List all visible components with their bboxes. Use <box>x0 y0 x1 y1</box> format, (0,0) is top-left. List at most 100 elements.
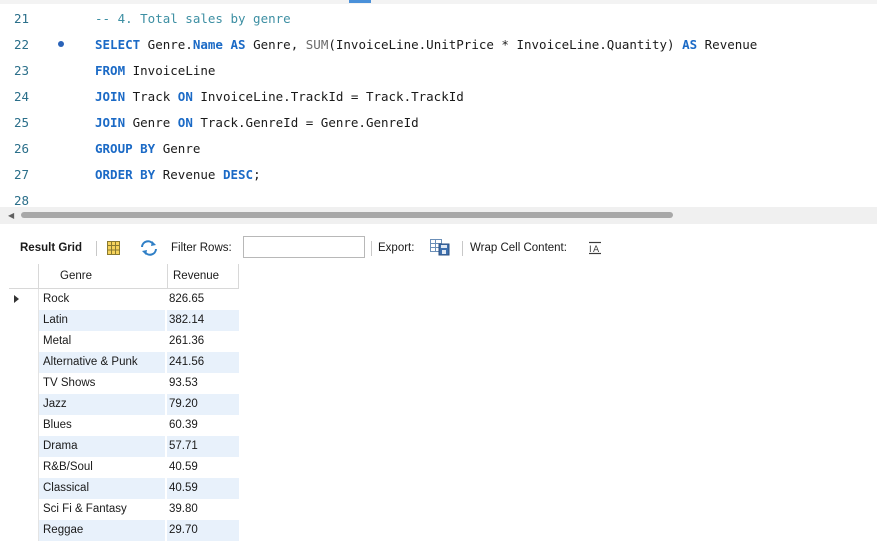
code-line[interactable]: 28 <box>0 188 877 207</box>
row-header[interactable] <box>9 499 35 520</box>
code-text[interactable]: GROUP BY Genre <box>95 136 200 162</box>
table-row[interactable]: Alternative & Punk 241.56 <box>9 352 239 373</box>
cell-genre[interactable]: Reggae <box>38 520 165 541</box>
scrollbar-thumb[interactable] <box>21 212 673 218</box>
cell-revenue[interactable]: 241.56 <box>167 352 239 373</box>
cell-revenue[interactable]: 39.80 <box>167 499 239 520</box>
code-text[interactable]: -- 4. Total sales by genre <box>95 6 291 32</box>
cell-genre[interactable]: Metal <box>38 331 165 352</box>
line-number: 24 <box>14 89 30 104</box>
editor-horizontal-scrollbar[interactable]: ◀ <box>0 207 877 224</box>
sql-function: SUM <box>305 37 329 52</box>
sql-keyword: Name <box>192 37 223 52</box>
code-text[interactable]: SELECT Genre.Name AS Genre, SUM(InvoiceL… <box>95 32 757 58</box>
wrap-text-icon[interactable]: I A <box>588 241 602 255</box>
cell-genre[interactable]: Sci Fi & Fantasy <box>38 499 165 520</box>
code-line[interactable]: 26 GROUP BY Genre <box>0 136 877 162</box>
export-icon[interactable] <box>430 239 450 256</box>
svg-text:A: A <box>593 245 600 255</box>
code-text[interactable]: JOIN Genre ON Track.GenreId = Genre.Genr… <box>95 110 419 136</box>
cell-revenue[interactable]: 57.71 <box>167 436 239 457</box>
table-row[interactable]: Metal 261.36 <box>9 331 239 352</box>
code-text[interactable]: FROM InvoiceLine <box>95 58 215 84</box>
cell-genre[interactable]: Jazz <box>38 394 165 415</box>
table-row[interactable]: TV Shows 93.53 <box>9 373 239 394</box>
refresh-filter-icon[interactable] <box>140 240 158 256</box>
cell-genre[interactable]: TV Shows <box>38 373 165 394</box>
table-row[interactable]: R&B/Soul 40.59 <box>9 457 239 478</box>
row-header-corner[interactable] <box>9 264 35 288</box>
row-header[interactable] <box>9 436 35 457</box>
cell-revenue[interactable]: 826.65 <box>167 289 239 310</box>
code-line[interactable]: 23 FROM InvoiceLine <box>0 58 877 84</box>
cell-revenue[interactable]: 79.20 <box>167 394 239 415</box>
sql-keyword: GROUP BY <box>95 141 156 156</box>
table-row[interactable]: Reggae 29.70 <box>9 520 239 541</box>
code-line[interactable]: 24 JOIN Track ON InvoiceLine.TrackId = Tr… <box>0 84 877 110</box>
cell-revenue[interactable]: 261.36 <box>167 331 239 352</box>
cell-revenue[interactable]: 40.59 <box>167 478 239 499</box>
row-header[interactable] <box>9 373 35 394</box>
line-number: 21 <box>14 11 30 26</box>
row-header[interactable] <box>9 310 35 331</box>
cell-genre[interactable]: R&B/Soul <box>38 457 165 478</box>
code-line[interactable]: 27 ORDER BY Revenue DESC; <box>0 162 877 188</box>
current-row-pointer-icon <box>14 295 19 303</box>
row-header[interactable] <box>9 352 35 373</box>
row-header[interactable] <box>9 289 35 310</box>
code-text[interactable]: JOIN Track ON InvoiceLine.TrackId = Trac… <box>95 84 464 110</box>
sql-keyword: FROM <box>95 63 126 78</box>
table-row[interactable]: Latin 382.14 <box>9 310 239 331</box>
cell-revenue[interactable]: 382.14 <box>167 310 239 331</box>
sql-token: InvoiceLine <box>125 63 216 78</box>
export-label: Export: <box>378 242 415 254</box>
code-line[interactable]: 22 SELECT Genre.Name AS Genre, SUM(Invoic… <box>0 32 877 58</box>
line-number: 26 <box>14 141 30 156</box>
line-number: 23 <box>14 63 30 78</box>
code-line[interactable]: 25 JOIN Genre ON Track.GenreId = Genre.Ge… <box>0 110 877 136</box>
sql-editor[interactable]: 21 -- 4. Total sales by genre 22 SELECT Gen… <box>0 0 877 207</box>
cell-genre[interactable]: Drama <box>38 436 165 457</box>
row-header[interactable] <box>9 415 35 436</box>
sql-token: Genre <box>155 141 201 156</box>
cell-revenue[interactable]: 93.53 <box>167 373 239 394</box>
row-header[interactable] <box>9 520 35 541</box>
sql-keyword: SELECT <box>95 37 141 52</box>
cell-revenue[interactable]: 40.59 <box>167 457 239 478</box>
sql-token: ; <box>253 167 261 182</box>
cell-genre[interactable]: Latin <box>38 310 165 331</box>
grid-layout-icon[interactable] <box>107 241 120 255</box>
result-grid-tab[interactable]: Result Grid <box>20 232 82 264</box>
sql-keyword: ORDER BY <box>95 167 156 182</box>
sql-keyword: ON <box>177 115 193 130</box>
code-text[interactable]: ORDER BY Revenue DESC; <box>95 162 261 188</box>
table-row[interactable]: Blues 60.39 <box>9 415 239 436</box>
sql-token: Revenue <box>697 37 758 52</box>
cell-revenue[interactable]: 29.70 <box>167 520 239 541</box>
column-header-genre[interactable]: Genre <box>38 264 167 288</box>
sql-token: (InvoiceLine.UnitPrice * InvoiceLine.Qua… <box>328 37 683 52</box>
table-row[interactable]: Rock 826.65 <box>9 289 239 310</box>
cell-genre[interactable]: Alternative & Punk <box>38 352 165 373</box>
table-row[interactable]: Sci Fi & Fantasy 39.80 <box>9 499 239 520</box>
table-row[interactable]: Classical 40.59 <box>9 478 239 499</box>
sql-keyword: AS <box>230 37 246 52</box>
current-statement-dot-icon <box>58 41 64 47</box>
sql-token: Genre, <box>245 37 306 52</box>
row-header[interactable] <box>9 478 35 499</box>
table-row[interactable]: Drama 57.71 <box>9 436 239 457</box>
svg-text:I: I <box>589 245 592 255</box>
table-row[interactable]: Jazz 79.20 <box>9 394 239 415</box>
cell-genre[interactable]: Rock <box>38 289 165 310</box>
filter-rows-input[interactable] <box>243 236 365 258</box>
line-number: 22 <box>14 37 30 52</box>
cell-revenue[interactable]: 60.39 <box>167 415 239 436</box>
row-header[interactable] <box>9 394 35 415</box>
cell-genre[interactable]: Classical <box>38 478 165 499</box>
scroll-left-arrow-icon[interactable]: ◀ <box>8 211 14 220</box>
code-line[interactable]: 21 -- 4. Total sales by genre <box>0 6 877 32</box>
column-header-revenue[interactable]: Revenue <box>167 264 239 288</box>
row-header[interactable] <box>9 331 35 352</box>
cell-genre[interactable]: Blues <box>38 415 165 436</box>
row-header[interactable] <box>9 457 35 478</box>
